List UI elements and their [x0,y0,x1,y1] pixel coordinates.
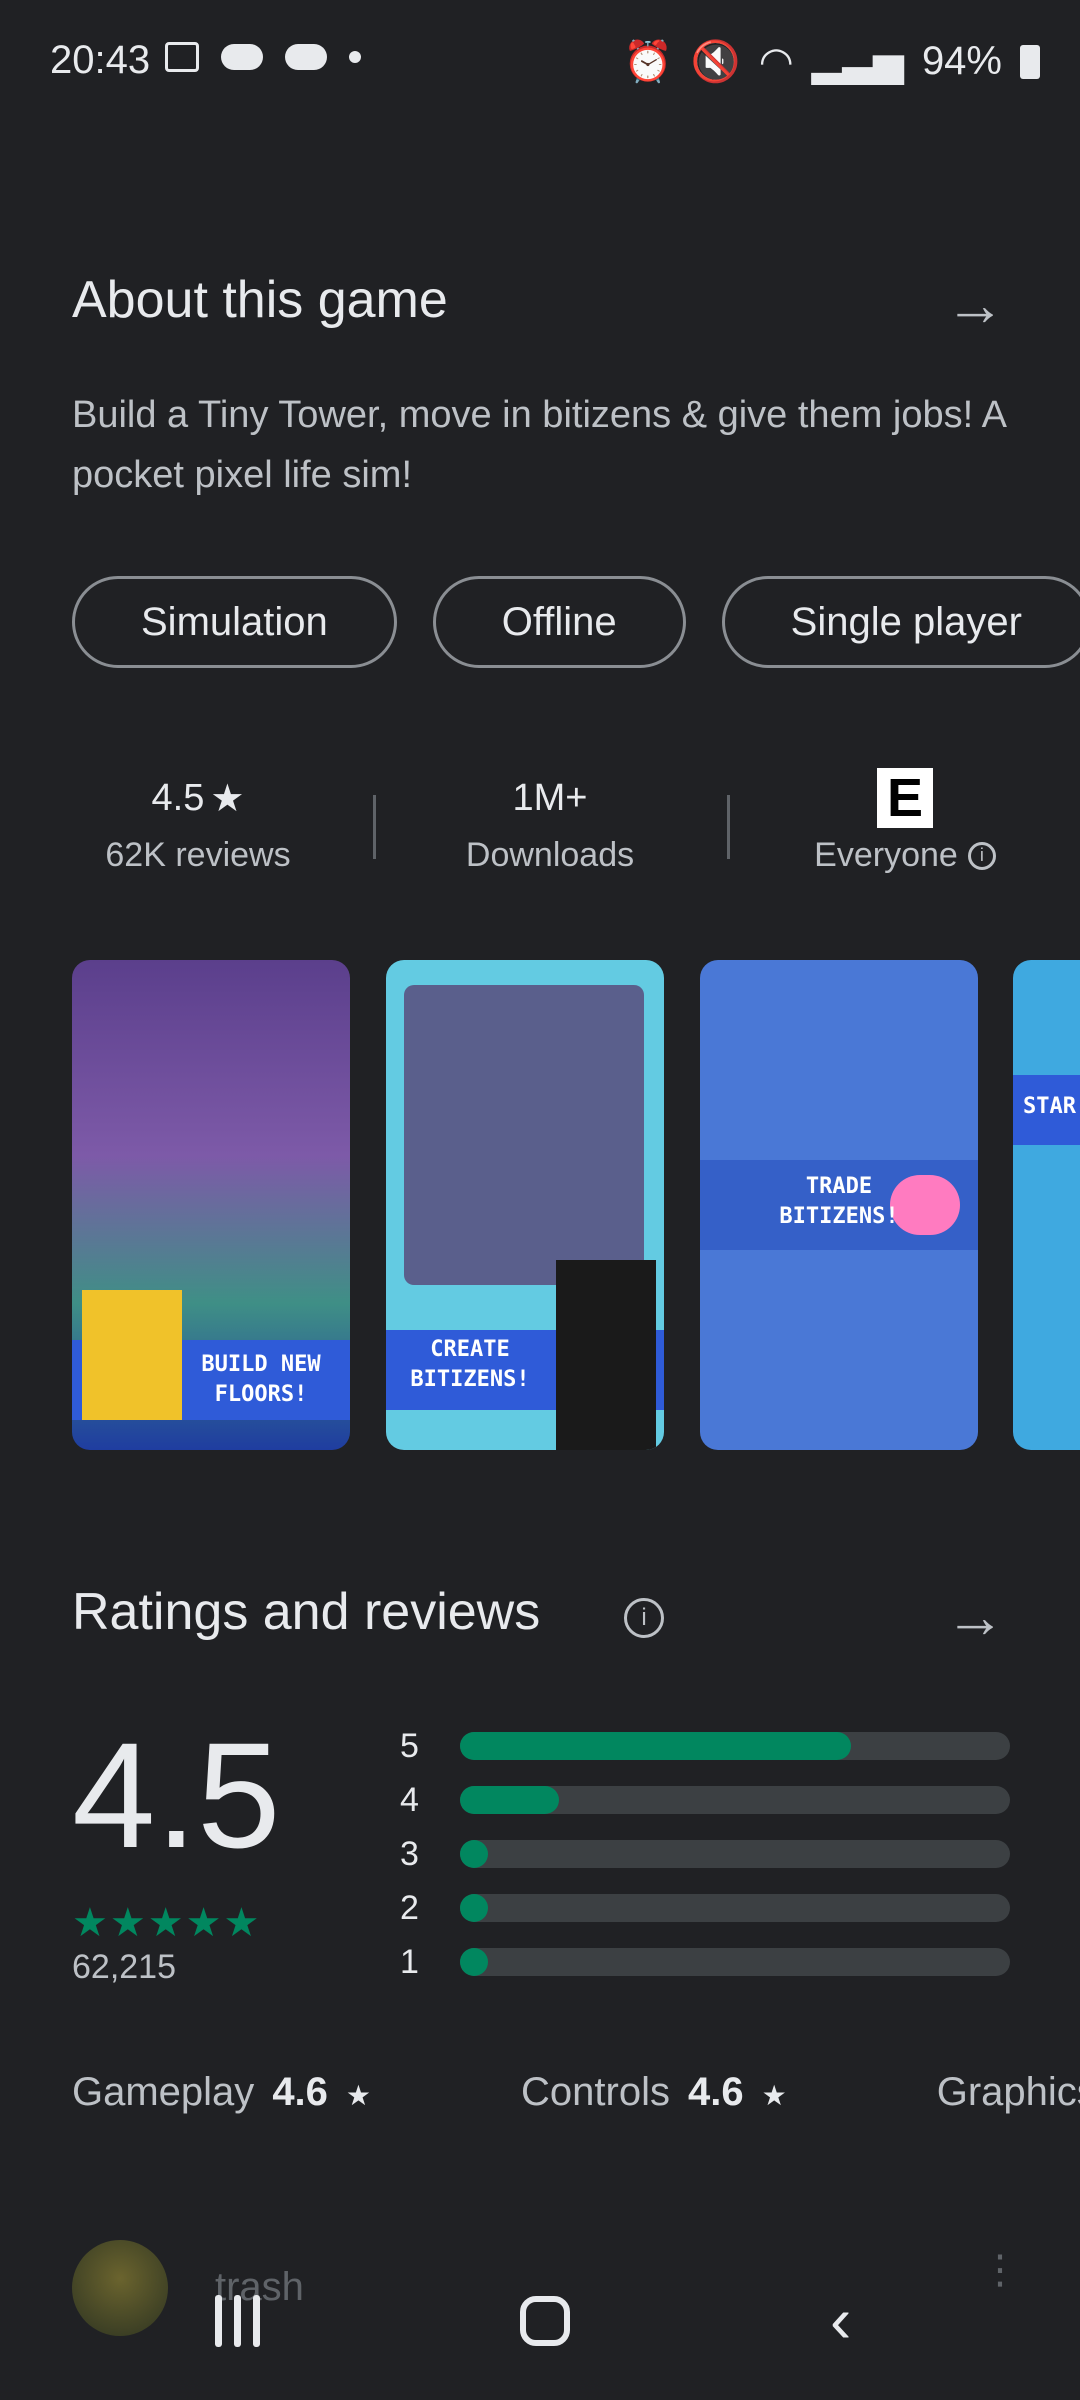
alarm-icon: ⏰ [623,40,673,84]
status-right-icons: ⏰ 🔇 ◠ ▂▃▅ 94% [623,38,1040,85]
back-button[interactable]: ‹ [830,2283,851,2357]
rating-bar-label: 4 [400,1780,419,1819]
tag-chip-offline[interactable]: Offline [432,576,686,668]
tag-chips: Simulation Offline Single player [72,576,1080,668]
star-icon: ★ [345,2080,372,2111]
screenshot-4[interactable]: STAR [1013,960,1080,1450]
profile-card [404,985,644,1285]
sub-rating-graphics: Graphics [936,2070,1080,2114]
stat-downloads: 1M+ Downloads [420,770,680,875]
rating-bar-label: 2 [400,1888,419,1927]
ratings-title[interactable]: Ratings and reviews [72,1582,540,1642]
rating-bar-fill [460,1786,559,1814]
about-title[interactable]: About this game [72,270,448,330]
average-rating: 4.5 [72,1711,281,1879]
star-icon: ★ [761,2080,787,2111]
stat-reviews: 62K reviews [105,836,291,874]
rating-bar-row: 4 [400,1781,1010,1819]
stat-downloads-label: Downloads [465,836,635,874]
cloud-done-icon [285,44,327,70]
sub-ratings: Gameplay4.6★ Controls4.6★ Graphics [72,2070,1080,2115]
battery-percent: 94% [921,39,1002,83]
rating-bar-label: 3 [400,1834,419,1873]
screenshot-2[interactable]: CREATE BITIZENS! [386,960,664,1450]
signal-icon: ▂▃▅ [811,39,904,84]
screenshot-caption: TRADE BITIZENS! [779,1174,899,1229]
esrb-everyone-icon: E [877,768,933,828]
dot-icon [349,51,361,63]
rating-bar-track [460,1786,1010,1814]
stat-downloads-value: 1M+ [512,776,588,819]
wifi-icon: ◠ [758,39,794,84]
mute-icon: 🔇 [690,40,741,84]
tag-chip-single-player[interactable]: Single player [721,576,1080,668]
status-time: 20:43 [50,38,151,82]
more-options-icon[interactable]: ⋮ [980,2250,1020,2290]
builder-character [82,1290,182,1420]
screenshot-caption: CREATE BITIZENS! [410,1337,530,1392]
rating-bar-fill [460,1732,851,1760]
sub-rating-controls: Controls 4.6 ★ [521,2070,787,2114]
screenshot-caption: STAR [1023,1094,1076,1119]
about-description: Build a Tiny Tower, move in bitizens & g… [72,394,1005,496]
status-bar: 20:43 ⏰ 🔇 ◠ ▂▃▅ 94% [0,0,1080,120]
screenshot-1[interactable]: BUILD NEW FLOORS! [72,960,350,1450]
stat-rating[interactable]: 4.5 ★ 62K reviews [68,770,328,875]
screenshot-caption: BUILD NEW FLOORS! [201,1352,321,1407]
stat-divider [373,795,376,859]
rating-bar-label: 1 [400,1942,419,1981]
rating-total: 62,215 [72,1948,176,1986]
about-arrow-icon[interactable]: → [945,270,1005,339]
rating-bar-fill [460,1840,488,1868]
recents-button[interactable] [215,2295,260,2347]
info-icon[interactable]: i [967,841,996,870]
ratings-arrow-icon[interactable]: → [945,1582,1005,1651]
rating-bar-label: 5 [400,1726,419,1765]
home-button[interactable] [520,2296,570,2346]
avatar [72,2240,168,2336]
star-icon: ★ [210,777,245,820]
rating-bar-row: 1 [400,1943,1010,1981]
rating-bar-row: 2 [400,1889,1010,1927]
rating-bar-row: 3 [400,1835,1010,1873]
rating-bar-track [460,1948,1010,1976]
rating-bar-track [460,1894,1010,1922]
sub-rating-gameplay: Gameplay 4.6 ★ [72,2070,372,2114]
mystery-character [556,1260,656,1450]
stat-content-rating[interactable]: E Everyone i [775,768,1035,875]
info-icon[interactable]: i [624,1598,664,1638]
rating-stars: ★★★★★ [72,1901,262,1945]
tag-chip-simulation[interactable]: Simulation [72,576,397,668]
rating-bar-row: 5 [400,1727,1010,1765]
status-left-icons [165,42,361,72]
screenshot-3[interactable]: TRADE BITIZENS! [700,960,978,1450]
rating-bar-track [460,1732,1010,1760]
content-rating-label: Everyone [814,836,958,874]
rating-bar-fill [460,1948,488,1976]
stat-divider [727,795,730,859]
image-icon [165,42,199,72]
stat-rating-value: 4.5 [151,776,205,819]
rating-bar-fill [460,1894,488,1922]
battery-icon [1020,44,1040,79]
rating-bar-track [460,1840,1010,1868]
cloud-icon [221,44,263,70]
